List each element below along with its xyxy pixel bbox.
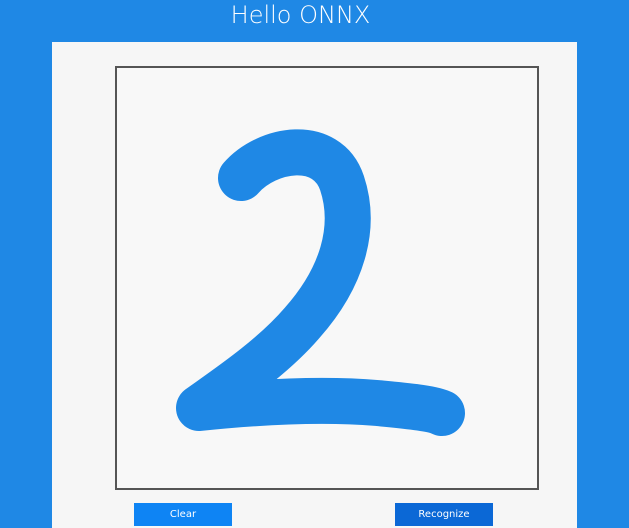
ink-stroke-layer xyxy=(176,129,465,436)
app-title: Hello ONNX xyxy=(230,1,371,29)
ink-stroke-digit xyxy=(176,129,465,436)
drawing-canvas[interactable] xyxy=(115,66,539,490)
recognize-button[interactable]: Recognize xyxy=(395,503,493,526)
app-window: Hello ONNX Clear Recognize xyxy=(0,0,629,528)
clear-button[interactable]: Clear xyxy=(134,503,232,526)
main-panel: Clear Recognize xyxy=(52,42,577,528)
